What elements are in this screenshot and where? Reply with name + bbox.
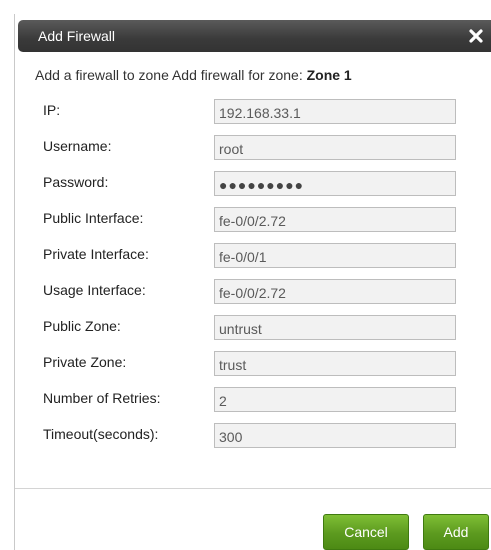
ip-field[interactable]	[214, 99, 456, 124]
retries-label: Number of Retries:	[43, 390, 161, 406]
username-field[interactable]	[214, 135, 456, 160]
private-interface-field[interactable]	[214, 243, 456, 268]
password-label: Password:	[43, 174, 109, 190]
public-zone-field[interactable]	[214, 315, 456, 340]
subtitle-text: Add a firewall to zone Add firewall for …	[35, 67, 307, 83]
usage-interface-label: Usage Interface:	[43, 282, 146, 298]
public-interface-label: Public Interface:	[43, 210, 144, 226]
public-interface-field[interactable]	[214, 207, 456, 232]
add-button[interactable]: Add	[423, 514, 489, 550]
retries-field[interactable]	[214, 387, 456, 412]
footer-divider	[15, 488, 491, 489]
private-interface-label: Private Interface:	[43, 246, 149, 262]
ip-label: IP:	[43, 102, 61, 118]
timeout-label: Timeout(seconds):	[43, 426, 159, 442]
usage-interface-field[interactable]	[214, 279, 456, 304]
dialog-subtitle: Add a firewall to zone Add firewall for …	[35, 67, 352, 83]
private-zone-field[interactable]	[214, 351, 456, 376]
public-zone-label: Public Zone:	[43, 318, 121, 334]
zone-name: Zone 1	[306, 67, 352, 83]
private-zone-label: Private Zone:	[43, 354, 127, 370]
dialog-title: Add Firewall	[38, 28, 116, 44]
close-icon[interactable]	[466, 26, 486, 46]
timeout-field[interactable]	[214, 423, 456, 448]
dialog-titlebar[interactable]: Add Firewall	[18, 20, 491, 52]
add-firewall-dialog: Add Firewall Add a firewall to zone Add …	[14, 14, 491, 550]
cancel-button[interactable]: Cancel	[323, 514, 409, 550]
password-field[interactable]	[214, 171, 456, 196]
username-label: Username:	[43, 138, 112, 154]
